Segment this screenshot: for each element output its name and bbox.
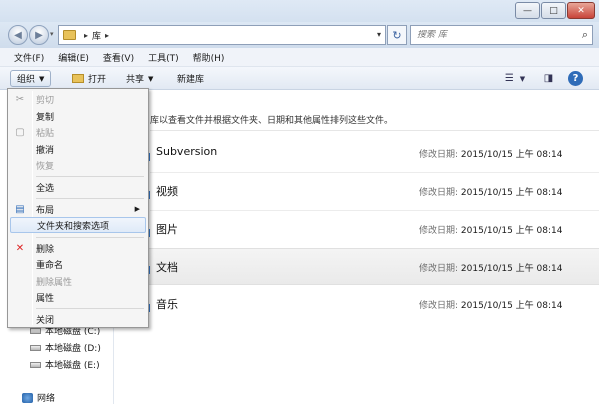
breadcrumb-library[interactable]: 库 (92, 29, 101, 42)
library-modified-date: 修改日期: 2015/10/15 上午 08:14 (419, 188, 563, 198)
help-icon: ? (568, 71, 583, 86)
open-folder-icon (72, 74, 84, 83)
library-item-pictures[interactable]: 图片 修改日期: 2015/10/15 上午 08:14 (115, 211, 599, 248)
divider (150, 130, 599, 131)
window-controls: — □ ✕ (514, 2, 595, 19)
search-icon[interactable]: ⌕ (582, 28, 588, 42)
menu-item-copy[interactable]: 复制 (10, 108, 146, 124)
menu-item-delete[interactable]: ✕ 删除 (10, 240, 146, 256)
nav-drive-label: 本地磁盘 (E:) (45, 361, 100, 371)
share-button[interactable]: 共享 ▼ (120, 70, 159, 87)
menu-item-paste[interactable]: ▢ 粘贴 (10, 124, 146, 140)
delete-x-icon: ✕ (15, 242, 25, 254)
breadcrumb-chevron-icon[interactable]: ▸ (84, 31, 88, 40)
maximize-button[interactable]: □ (541, 2, 566, 19)
library-name: 文档 (156, 261, 178, 274)
library-item-subversion[interactable]: Subversion 修改日期: 2015/10/15 上午 08:14 (115, 135, 599, 172)
preview-pane-icon: ◨ (543, 73, 554, 84)
menu-view[interactable]: 查看(V) (103, 51, 134, 64)
hard-drive-icon (30, 344, 41, 351)
menu-separator (36, 198, 144, 199)
chevron-down-icon: ▼ (148, 74, 154, 83)
close-button[interactable]: ✕ (567, 2, 595, 19)
nav-network[interactable]: 网络 (22, 391, 55, 404)
library-name: 图片 (156, 223, 178, 236)
organize-button[interactable]: 组织 ▼ (10, 70, 52, 87)
library-folder-icon (63, 30, 76, 40)
menu-item-cut[interactable]: ✂ 剪切 (10, 91, 146, 107)
chevron-down-icon: ▼ (39, 74, 45, 83)
address-bar[interactable]: ▸ 库 ▸ ▾ (58, 25, 386, 45)
library-modified-date: 修改日期: 2015/10/15 上午 08:14 (419, 150, 563, 160)
title-bar: — □ ✕ (0, 0, 599, 22)
command-bar: 组织 ▼ 打开 共享 ▼ 新建库 ☰ ▼ ◨ ? (0, 67, 599, 90)
menu-edit[interactable]: 编辑(E) (58, 51, 89, 64)
library-name: 视频 (156, 185, 178, 198)
menu-file[interactable]: 文件(F) (14, 51, 44, 64)
menu-separator (36, 176, 144, 177)
forward-button[interactable]: ▶ (29, 25, 49, 45)
view-icon: ☰ (504, 73, 514, 84)
breadcrumb-chevron-icon[interactable]: ▸ (105, 31, 109, 40)
recent-pages-dropdown[interactable]: ▾ (50, 30, 54, 38)
refresh-button[interactable]: ↻ (387, 25, 407, 45)
hard-drive-icon (30, 361, 41, 368)
address-row: ◀ ▶ ▾ ▸ 库 ▸ ▾ ↻ ⌕ (0, 22, 599, 48)
library-modified-date: 修改日期: 2015/10/15 上午 08:14 (419, 264, 563, 274)
menu-item-folder-search-options[interactable]: 文件夹和搜索选项 (10, 217, 146, 233)
menu-help[interactable]: 帮助(H) (193, 51, 225, 64)
hard-drive-icon (30, 327, 41, 334)
library-name: 音乐 (156, 298, 178, 311)
menu-tools[interactable]: 工具(T) (148, 51, 179, 64)
library-hint-text: 库以查看文件并根据文件夹、日期和其他属性排列这些文件。 (150, 116, 394, 126)
menu-item-rename[interactable]: 重命名 (10, 256, 146, 272)
search-box[interactable]: ⌕ (410, 25, 593, 45)
chevron-down-icon: ▼ (519, 74, 526, 83)
menu-item-select-all[interactable]: 全选 (10, 179, 146, 195)
back-button[interactable]: ◀ (8, 25, 28, 45)
library-modified-date: 修改日期: 2015/10/15 上午 08:14 (419, 301, 563, 311)
back-arrow-icon: ◀ (14, 29, 22, 41)
menu-separator (36, 237, 144, 238)
menu-item-properties[interactable]: 属性 (10, 289, 146, 305)
refresh-icon: ↻ (392, 28, 402, 42)
menu-item-undo[interactable]: 撤消 (10, 141, 146, 157)
share-label: 共享 (126, 75, 145, 85)
library-item-documents[interactable]: 文档 修改日期: 2015/10/15 上午 08:14 (115, 248, 599, 285)
clipboard-icon: ▢ (15, 126, 25, 138)
nav-drive-label: 本地磁盘 (D:) (45, 344, 101, 354)
menu-bar: 文件(F) 编辑(E) 查看(V) 工具(T) 帮助(H) (0, 48, 599, 67)
view-options-button[interactable]: ☰ ▼ (500, 71, 530, 86)
library-name: Subversion (156, 145, 218, 158)
scissors-icon: ✂ (15, 93, 25, 105)
minimize-button[interactable]: — (515, 2, 540, 19)
forward-arrow-icon: ▶ (35, 29, 43, 41)
menu-item-remove-properties[interactable]: 删除属性 (10, 273, 146, 289)
nav-drive-d[interactable]: 本地磁盘 (D:) (30, 341, 101, 354)
nav-network-label: 网络 (37, 394, 56, 404)
menu-item-redo[interactable]: 恢复 (10, 157, 146, 173)
menu-item-layout[interactable]: ▤ 布局 ▶ (10, 201, 146, 217)
organize-label: 组织 (17, 75, 36, 85)
library-item-music[interactable]: 音乐 修改日期: 2015/10/15 上午 08:14 (115, 286, 599, 323)
search-input[interactable] (417, 30, 567, 40)
library-modified-date: 修改日期: 2015/10/15 上午 08:14 (419, 226, 563, 236)
menu-item-close[interactable]: 关闭 (10, 311, 146, 327)
organize-menu: ✂ 剪切 复制 ▢ 粘贴 撤消 恢复 全选 ▤ 布局 ▶ 文件夹和搜索选项 ✕ … (7, 88, 149, 328)
help-button[interactable]: ? (568, 71, 583, 86)
address-dropdown-icon[interactable]: ▾ (377, 30, 381, 39)
open-label: 打开 (88, 75, 107, 85)
nav-drive-e[interactable]: 本地磁盘 (E:) (30, 358, 100, 371)
network-icon (22, 392, 33, 403)
new-library-button[interactable]: 新建库 (171, 70, 210, 87)
submenu-arrow-icon: ▶ (134, 205, 140, 213)
library-item-videos[interactable]: 视频 修改日期: 2015/10/15 上午 08:14 (115, 173, 599, 210)
preview-pane-button[interactable]: ◨ (541, 71, 556, 86)
open-button[interactable]: 打开 (66, 70, 112, 87)
menu-separator (36, 308, 144, 309)
new-library-label: 新建库 (177, 75, 205, 85)
layout-icon: ▤ (15, 203, 25, 215)
